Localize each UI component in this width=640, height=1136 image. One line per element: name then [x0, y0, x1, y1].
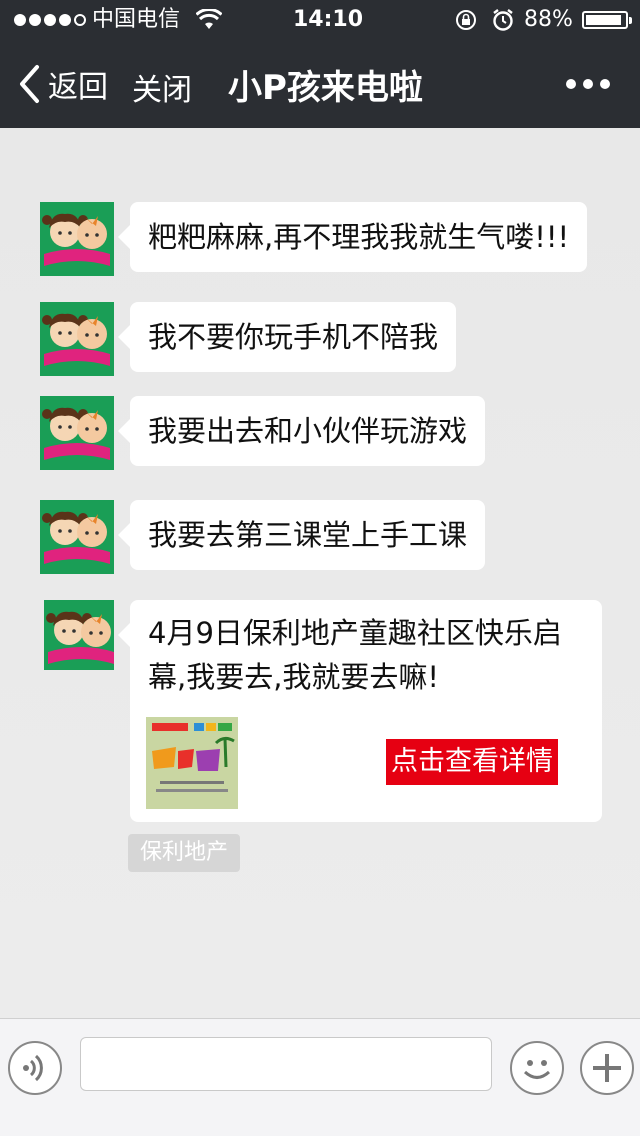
card-bubble[interactable]: 4月9日保利地产童趣社区快乐启幕,我要去,我就要去嘛! 点击查看详情 [118, 600, 602, 822]
rotation-lock-icon [456, 10, 476, 30]
close-button[interactable]: 关闭 [132, 65, 192, 109]
more-actions-button[interactable] [580, 1041, 634, 1095]
battery-percent: 88% [524, 7, 573, 32]
smiley-icon [523, 1060, 551, 1079]
message-bubble[interactable]: 我要去第三课堂上手工课 [117, 500, 486, 570]
status-time: 14:10 [293, 7, 364, 32]
wifi-icon [196, 9, 222, 29]
page-title: 小P孩来电啦 [228, 68, 423, 108]
message-bubble[interactable]: 粑粑麻麻,再不理我我就生气喽!!! [117, 202, 588, 272]
voice-input-button[interactable] [8, 1041, 62, 1095]
status-bar: 中国电信 14:10 88% [0, 0, 640, 40]
chat-message: 粑粑麻麻,再不理我我就生气喽!!! [40, 202, 588, 276]
back-button[interactable]: 返回 [18, 62, 108, 106]
signal-strength-icon [14, 14, 86, 26]
signal-dot [59, 14, 71, 26]
avatar[interactable] [44, 600, 114, 670]
nav-bar: 返回 关闭 小P孩来电啦 [0, 40, 640, 128]
signal-dot [14, 14, 26, 26]
more-dot [566, 79, 576, 89]
kids-avatar-image [44, 600, 114, 670]
happy-invitation-poster-image [146, 717, 238, 809]
chat-message: 我要去第三课堂上手工课 [40, 500, 486, 574]
alarm-icon [493, 9, 513, 31]
signal-dot [44, 14, 56, 26]
chevron-left-icon [20, 65, 39, 103]
chat-message: 我要出去和小伙伴玩游戏 [40, 396, 486, 470]
avatar[interactable] [40, 500, 114, 574]
more-dot [600, 79, 610, 89]
message-bubble[interactable]: 我要出去和小伙伴玩游戏 [117, 396, 486, 466]
battery-fill [586, 15, 622, 25]
battery-icon [582, 11, 632, 29]
avatar[interactable] [40, 202, 114, 276]
card-text: 4月9日保利地产童趣社区快乐启幕,我要去,我就要去嘛! [148, 616, 562, 694]
kids-avatar-image [40, 500, 114, 574]
message-bubble[interactable]: 我不要你玩手机不陪我 [117, 302, 457, 372]
kids-avatar-image [40, 202, 114, 276]
kids-avatar-image [40, 396, 114, 470]
signal-dot [74, 14, 86, 26]
kids-avatar-image [40, 302, 114, 376]
view-details-button[interactable]: 点击查看详情 [386, 739, 558, 785]
signal-dot [29, 14, 41, 26]
carrier-name: 中国电信 [92, 7, 181, 32]
back-label: 返回 [48, 70, 108, 105]
message-input[interactable] [80, 1037, 492, 1091]
emoji-button[interactable] [510, 1041, 564, 1095]
top-bar: 中国电信 14:10 88% 返回 关闭 小P孩来电啦 [0, 0, 640, 128]
chat-message: 我不要你玩手机不陪我 [40, 302, 457, 376]
plus-icon [593, 1054, 621, 1082]
card-content-row: 点击查看详情 [146, 717, 584, 809]
avatar[interactable] [40, 396, 114, 470]
source-tag[interactable]: 保利地产 [128, 834, 241, 872]
event-thumbnail[interactable] [146, 717, 238, 809]
more-dot [583, 79, 593, 89]
chat-area[interactable]: 粑粑麻麻,再不理我我就生气喽!!! 我不要你玩手机不陪我 我要出去和小伙伴玩游戏… [0, 128, 640, 1018]
chat-message-card: 4月9日保利地产童趣社区快乐启幕,我要去,我就要去嘛! 点击查看详情 [44, 600, 602, 822]
more-options-button[interactable] [566, 68, 614, 100]
avatar[interactable] [40, 302, 114, 376]
voice-icon [23, 1054, 43, 1082]
input-bar [0, 1018, 640, 1136]
